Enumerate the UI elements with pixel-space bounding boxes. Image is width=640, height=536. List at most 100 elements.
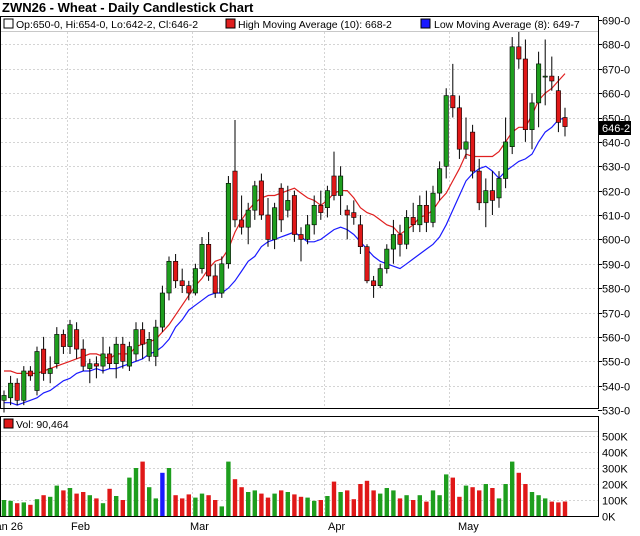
volume-bar bbox=[556, 502, 561, 516]
candlestick-chart: 530-0 540-0 550-0 560-0 570-0 580-0 590-0 600-0… bbox=[0, 16, 631, 533]
volume-bar bbox=[246, 492, 251, 516]
volume-bar bbox=[496, 498, 502, 516]
low-ma-swatch bbox=[420, 18, 431, 29]
candle-body bbox=[562, 117, 568, 127]
candle-body bbox=[133, 329, 139, 355]
candle-body bbox=[509, 46, 515, 148]
volume-bar bbox=[34, 499, 40, 516]
candle-body bbox=[278, 187, 284, 221]
volume-bar bbox=[523, 484, 528, 516]
candle-body bbox=[311, 205, 317, 226]
candle-body bbox=[232, 170, 238, 221]
price-axis-labels: 530-0 540-0 550-0 560-0 570-0 580-0 590-0 600-0… bbox=[598, 16, 630, 418]
volume-bar bbox=[516, 472, 521, 516]
candle-body bbox=[516, 46, 522, 60]
volume-bar bbox=[239, 487, 244, 516]
candle-body bbox=[74, 329, 80, 350]
price-tick-label: 570-0 bbox=[602, 309, 630, 321]
candle-body bbox=[219, 263, 225, 294]
candle-body bbox=[496, 178, 502, 199]
candle-body bbox=[536, 63, 542, 104]
volume-tick-label: 100K bbox=[602, 496, 628, 508]
volume-bar bbox=[74, 493, 79, 516]
candle-body bbox=[166, 260, 172, 294]
candle-body bbox=[410, 217, 416, 225]
price-tick-label: 630-0 bbox=[602, 162, 630, 174]
candle-body bbox=[384, 248, 390, 269]
candle-body bbox=[192, 268, 198, 294]
volume-bar bbox=[147, 487, 152, 516]
volume-bar bbox=[529, 492, 535, 516]
candle-body bbox=[298, 234, 304, 240]
volume-bar bbox=[279, 490, 284, 516]
price-tick-label: 620-0 bbox=[602, 187, 630, 199]
candle-body bbox=[377, 268, 383, 287]
volume-bar bbox=[114, 496, 119, 516]
candle-body bbox=[8, 382, 14, 399]
candle-body bbox=[120, 343, 126, 362]
volume-bar bbox=[378, 493, 383, 516]
candle-body bbox=[522, 58, 528, 130]
candle-body bbox=[456, 107, 462, 150]
volume-bar bbox=[173, 495, 178, 516]
candle-body bbox=[87, 363, 93, 369]
volume-bar bbox=[285, 492, 290, 516]
low-ma-legend: Low Moving Average (8): 649-7 bbox=[434, 19, 580, 31]
candle-body bbox=[549, 75, 555, 82]
candle-body bbox=[41, 348, 47, 374]
volume-bar bbox=[180, 498, 185, 516]
candle-body bbox=[186, 285, 192, 294]
volume-bar bbox=[543, 498, 548, 516]
candle-body bbox=[437, 168, 443, 194]
volume-bar bbox=[430, 490, 436, 516]
volume-bar bbox=[199, 493, 205, 516]
candle-body bbox=[470, 131, 476, 172]
volume-bar bbox=[28, 504, 33, 516]
volume-bar bbox=[54, 485, 59, 516]
volume-bar bbox=[41, 495, 46, 516]
candle-body bbox=[351, 212, 357, 218]
volume-bar bbox=[510, 461, 515, 516]
volume-tick-label: 0K bbox=[602, 512, 616, 524]
candle-body bbox=[239, 219, 245, 228]
volume-bar bbox=[21, 502, 26, 516]
volume-bar bbox=[536, 495, 541, 516]
candle-body bbox=[318, 205, 324, 213]
price-tick-label: 640-0 bbox=[602, 138, 630, 150]
price-tick-label: 600-0 bbox=[602, 235, 630, 247]
candle-body bbox=[159, 292, 165, 328]
candle-body bbox=[305, 224, 311, 240]
price-tick-label: 580-0 bbox=[602, 284, 630, 296]
date-tick-label: Feb bbox=[71, 521, 90, 533]
volume-tick-label: 500K bbox=[602, 432, 628, 444]
volume-tick-label: 300K bbox=[602, 464, 628, 476]
candle-body bbox=[338, 175, 344, 196]
volume-axis-labels: 0K 100K 200K 300K 400K 500K bbox=[602, 432, 628, 524]
price-panel-frame bbox=[0, 16, 599, 409]
volume-bar bbox=[8, 500, 13, 516]
candle-body bbox=[173, 260, 179, 282]
date-tick-label: Jan 26 bbox=[0, 521, 23, 533]
volume-bar bbox=[166, 468, 172, 516]
candle-body bbox=[390, 234, 396, 250]
volume-bar bbox=[219, 506, 224, 516]
volume-bar bbox=[437, 495, 442, 516]
price-tick-label: 610-0 bbox=[602, 211, 630, 223]
volume-bar bbox=[100, 503, 106, 516]
volume-bar bbox=[417, 495, 422, 516]
candle-body bbox=[199, 244, 205, 270]
volume-bar bbox=[338, 492, 343, 516]
candle-body bbox=[225, 183, 231, 265]
volume-bar bbox=[133, 468, 139, 516]
candle-body bbox=[179, 280, 185, 286]
candle-body bbox=[252, 185, 258, 211]
volume-bar bbox=[272, 493, 277, 516]
candle-body bbox=[450, 95, 456, 109]
price-tick-label: 550-0 bbox=[602, 357, 630, 369]
candle-body bbox=[100, 353, 106, 367]
volume-bar bbox=[107, 488, 112, 516]
volume-bar bbox=[193, 497, 198, 516]
volume-bar bbox=[15, 503, 20, 516]
volume-bar bbox=[411, 500, 416, 516]
candle-body bbox=[324, 190, 330, 209]
